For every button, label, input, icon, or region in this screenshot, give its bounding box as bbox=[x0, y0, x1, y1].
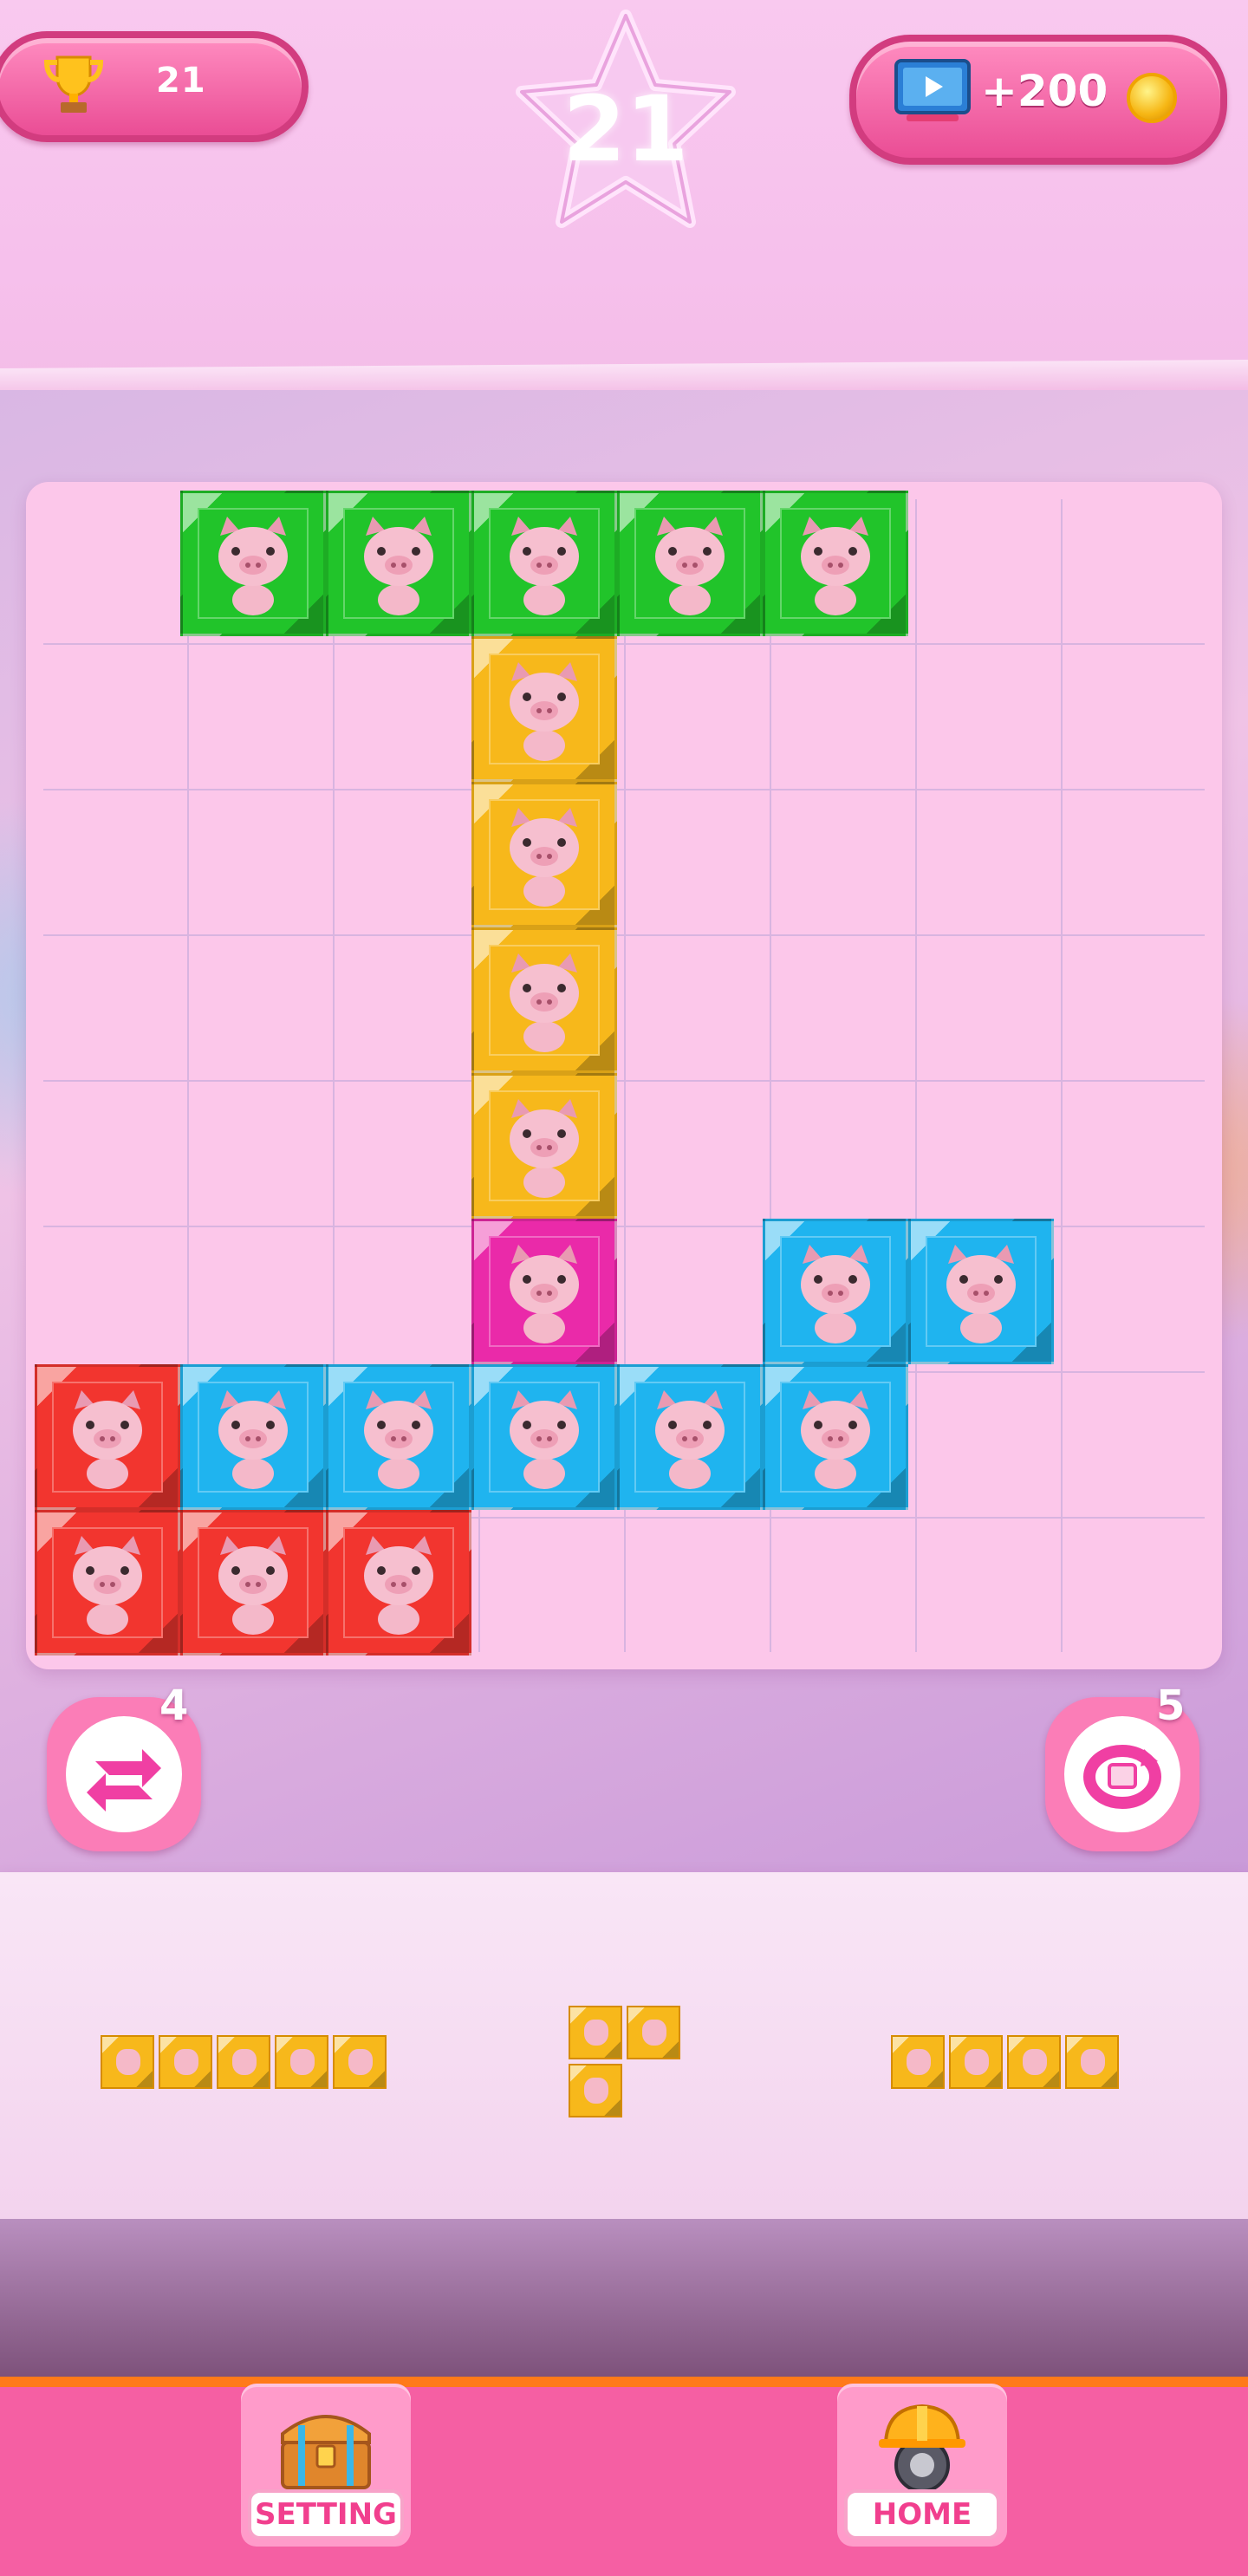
block-tile bbox=[326, 1510, 471, 1656]
block-tile bbox=[326, 1364, 471, 1510]
block-tile bbox=[471, 636, 617, 782]
game-board[interactable] bbox=[26, 482, 1222, 1669]
treasure-chest-icon bbox=[281, 2415, 371, 2489]
trophy-icon bbox=[43, 55, 104, 113]
pig-icon bbox=[218, 1390, 288, 1489]
grid-line bbox=[43, 789, 1205, 790]
home-label[interactable]: HOME bbox=[844, 2489, 1000, 2540]
grid-line bbox=[43, 643, 1205, 645]
piece-block bbox=[1065, 2035, 1119, 2089]
rotate-icon bbox=[1083, 1745, 1161, 1809]
shuffle-count: 4 bbox=[159, 1682, 189, 1730]
pig-icon bbox=[801, 517, 870, 615]
hard-hat-icon bbox=[879, 2404, 965, 2491]
pig-icon bbox=[801, 1245, 870, 1343]
block-tile bbox=[617, 1364, 763, 1510]
piece-block bbox=[891, 2035, 945, 2089]
block-tile bbox=[617, 491, 763, 636]
block-tile bbox=[180, 1510, 326, 1656]
piece-block bbox=[101, 2035, 154, 2089]
piece-block bbox=[949, 2035, 1003, 2089]
grid-line bbox=[1061, 499, 1063, 1652]
pig-icon bbox=[364, 1390, 433, 1489]
grid-line bbox=[915, 499, 917, 1652]
block-tile bbox=[180, 491, 326, 636]
pig-icon bbox=[655, 1390, 725, 1489]
block-tile bbox=[326, 491, 471, 636]
pig-icon bbox=[510, 808, 579, 907]
block-tile bbox=[471, 1364, 617, 1510]
block-tile bbox=[908, 1219, 1054, 1364]
pig-icon bbox=[655, 517, 725, 615]
pig-icon bbox=[510, 1245, 579, 1343]
pig-icon bbox=[510, 1099, 579, 1198]
pig-icon bbox=[801, 1390, 870, 1489]
block-tile bbox=[471, 782, 617, 927]
block-tile bbox=[763, 1219, 908, 1364]
block-tile bbox=[180, 1364, 326, 1510]
pig-icon bbox=[510, 1390, 579, 1489]
piece-block bbox=[275, 2035, 328, 2089]
rotate-count: 5 bbox=[1156, 1682, 1186, 1730]
grid-line bbox=[43, 934, 1205, 936]
piece-block bbox=[569, 2064, 622, 2117]
piece-block bbox=[333, 2035, 387, 2089]
bottom-nav-bar bbox=[0, 2377, 1248, 2576]
block-tile bbox=[471, 1219, 617, 1364]
pig-icon bbox=[946, 1245, 1016, 1343]
pig-icon bbox=[510, 517, 579, 615]
block-tile bbox=[35, 1510, 180, 1656]
block-tile bbox=[471, 1073, 617, 1219]
pig-icon bbox=[73, 1536, 142, 1635]
block-tile bbox=[763, 1364, 908, 1510]
grid-line bbox=[43, 1080, 1205, 1082]
pig-icon bbox=[364, 517, 433, 615]
block-tile bbox=[471, 927, 617, 1073]
current-score: 21 bbox=[562, 76, 689, 182]
shuffle-icon bbox=[87, 1749, 161, 1812]
reward-amount: +200 bbox=[981, 66, 1108, 116]
piece-block bbox=[627, 2006, 680, 2059]
piece-block bbox=[1007, 2035, 1061, 2089]
piece-block bbox=[569, 2006, 622, 2059]
block-tile bbox=[471, 491, 617, 636]
piece-block bbox=[217, 2035, 270, 2089]
pig-icon bbox=[73, 1390, 142, 1489]
coin-icon bbox=[1127, 73, 1177, 123]
piece-block bbox=[159, 2035, 212, 2089]
best-score-value: 21 bbox=[156, 61, 206, 101]
lower-background bbox=[0, 2219, 1248, 2384]
setting-label[interactable]: SETTING bbox=[248, 2489, 404, 2540]
pig-icon bbox=[510, 662, 579, 761]
block-tile bbox=[763, 491, 908, 636]
pig-icon bbox=[218, 1536, 288, 1635]
video-ad-icon[interactable] bbox=[893, 57, 972, 127]
pig-icon bbox=[218, 517, 288, 615]
block-tile bbox=[35, 1364, 180, 1510]
pig-icon bbox=[364, 1536, 433, 1635]
pig-icon bbox=[510, 953, 579, 1052]
